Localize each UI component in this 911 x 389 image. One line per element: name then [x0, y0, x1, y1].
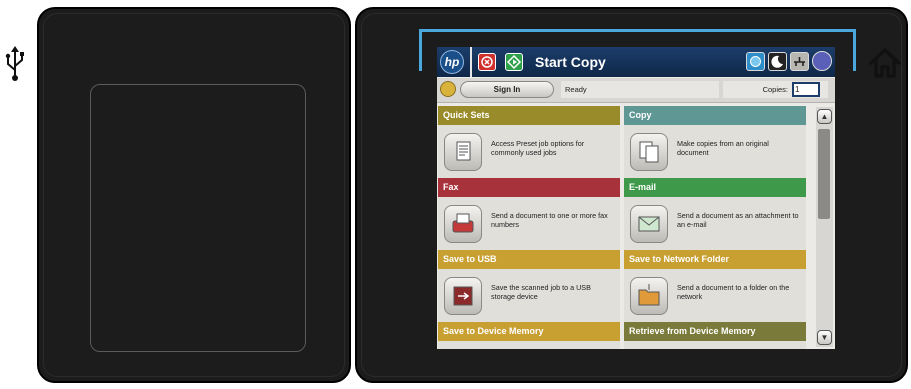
scroll-up-button[interactable]: ▲ — [817, 109, 832, 124]
tile-save-usb-header[interactable]: Save to USB — [438, 250, 620, 269]
fax-icon — [444, 205, 482, 243]
start-copy-title[interactable]: Start Copy — [535, 54, 606, 70]
tile-copy-header[interactable]: Copy — [624, 106, 806, 125]
tile-quick-sets-header[interactable]: Quick Sets — [438, 106, 620, 125]
tile-copy[interactable]: Make copies from an original document — [624, 125, 806, 179]
tile-fax-header[interactable]: Fax — [438, 178, 620, 197]
home-button[interactable] — [440, 81, 456, 97]
copies-label: Copies: — [762, 85, 788, 94]
start-icon — [506, 54, 522, 70]
tile-network-folder-header[interactable]: Save to Network Folder — [624, 250, 806, 269]
scrollbar[interactable]: ▲ ▼ — [816, 107, 833, 347]
tile-retrieve-memory[interactable] — [624, 341, 806, 349]
tile-email[interactable]: Send a document as an attachment to an e… — [624, 197, 806, 251]
tile-device-memory[interactable] — [438, 341, 620, 349]
copies-field: Copies: 1 — [723, 81, 828, 98]
copy-icon — [630, 133, 668, 171]
title-divider — [470, 47, 472, 77]
quick-sets-icon — [444, 133, 482, 171]
sign-in-button[interactable]: Sign In — [460, 81, 554, 98]
document-slot — [90, 84, 306, 352]
tile-retrieve-memory-header[interactable]: Retrieve from Device Memory — [624, 322, 806, 341]
wired-network-icon[interactable] — [790, 52, 809, 71]
quick-sets-description: Access Preset job options for commonly u… — [491, 139, 585, 157]
status-text: Ready — [561, 81, 719, 98]
sleep-icon[interactable] — [768, 52, 787, 71]
scroll-down-button[interactable]: ▼ — [817, 330, 832, 345]
email-description: Send a document as an attachment to an e… — [677, 211, 799, 229]
tile-network-folder[interactable]: Send a document to a folder on the netwo… — [624, 269, 806, 323]
tile-fax[interactable]: Send a document to one or more fax numbe… — [438, 197, 620, 251]
stop-icon — [481, 56, 493, 68]
scroll-thumb[interactable] — [818, 129, 830, 219]
network-icon[interactable] — [746, 52, 765, 71]
start-button[interactable] — [505, 53, 523, 71]
tile-quick-sets[interactable]: Access Preset job options for commonly u… — [438, 125, 620, 179]
save-usb-description: Save the scanned job to a USB storage de… — [491, 283, 591, 301]
copy-description: Make copies from an original document — [677, 139, 769, 157]
hp-logo: hp — [440, 50, 464, 74]
title-bar: hp Start Copy — [437, 47, 835, 77]
network-folder-description: Send a document to a folder on the netwo… — [677, 283, 790, 301]
tile-email-header[interactable]: E-mail — [624, 178, 806, 197]
tile-save-usb[interactable]: Save the scanned job to a USB storage de… — [438, 269, 620, 323]
fax-description: Send a document to one or more fax numbe… — [491, 211, 608, 229]
chevron-down-icon: ▼ — [820, 333, 829, 342]
status-bar: Sign In Ready Copies: 1 — [437, 78, 835, 103]
help-icon[interactable] — [812, 51, 832, 71]
network-folder-icon — [630, 277, 668, 315]
email-icon — [630, 205, 668, 243]
chevron-up-icon: ▲ — [820, 112, 829, 121]
home-icon[interactable] — [868, 46, 902, 80]
usb-icon — [5, 46, 24, 81]
copies-input[interactable]: 1 — [792, 82, 820, 97]
control-panel-screen: hp Start Copy Sign In Ready Copies: 1 Qu… — [437, 47, 835, 349]
tile-device-memory-header[interactable]: Save to Device Memory — [438, 322, 620, 341]
save-usb-icon — [444, 277, 482, 315]
stop-button[interactable] — [478, 53, 496, 71]
